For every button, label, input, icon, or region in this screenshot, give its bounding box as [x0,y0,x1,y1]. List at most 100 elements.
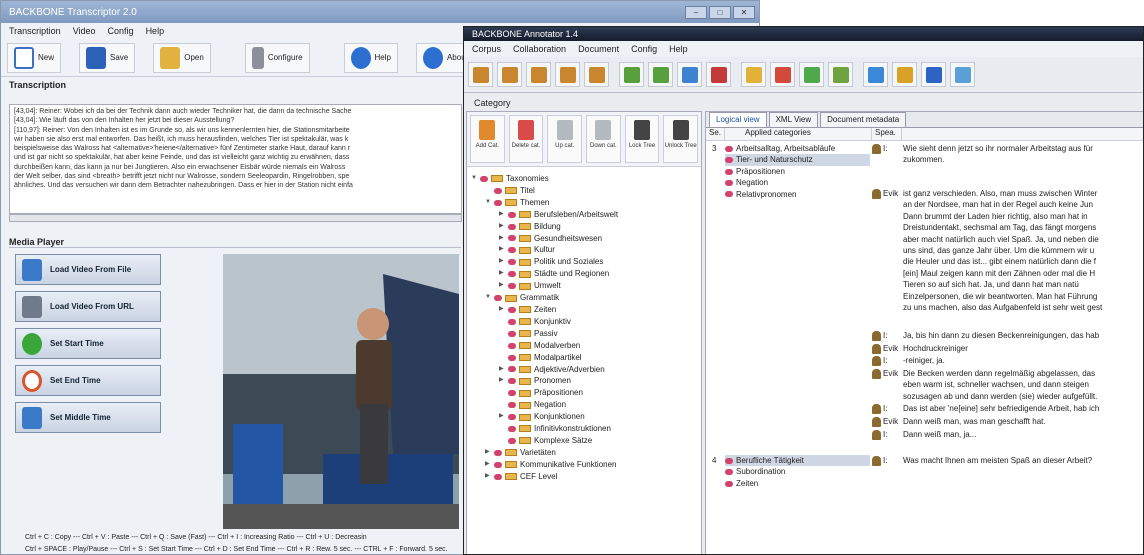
applied-category[interactable]: Relativpronomen [725,189,870,200]
tree-node[interactable]: ▶ Umwelt [471,280,701,292]
collapsed-arrow-icon[interactable]: ▶ [499,221,505,233]
tag-green-button[interactable] [619,62,644,87]
help-button[interactable]: Help [343,42,398,73]
menu-config[interactable]: Config [108,26,134,36]
expanded-arrow-icon[interactable]: ▼ [471,173,477,185]
video-frame[interactable] [223,254,459,529]
applied-category[interactable]: Negation [725,177,870,188]
tree-node[interactable]: Konjunktiv [471,316,701,328]
utterance-text[interactable]: Wie sieht denn jetzt so ihr normaler Arb… [903,143,1143,166]
transcript-hscrollbar[interactable] [9,214,462,222]
tree-node[interactable]: ▼ Themen [471,197,701,209]
collapsed-arrow-icon[interactable]: ▶ [499,244,505,256]
tree-node[interactable]: Präpositionen [471,387,701,399]
tab-xml-view[interactable]: XML View [768,112,819,127]
configure-button[interactable]: Configure [244,42,310,73]
tree-node[interactable]: ▶ Kommunikative Funktionen [471,459,701,471]
expanded-arrow-icon[interactable]: ▼ [485,197,491,209]
collapsed-arrow-icon[interactable]: ▶ [499,411,505,423]
applied-category[interactable]: Berufliche Tätigkeit [725,455,870,467]
tree-node[interactable]: Negation [471,399,701,411]
tree-node[interactable]: ▼ Taxonomies [471,173,701,185]
transcript-textarea[interactable]: [43,04]: Reiner: Wobei ich da bei der Te… [9,104,462,214]
applied-category[interactable]: Zeiten [725,478,870,489]
utterance-text[interactable]: Was macht Ihnen am meisten Spaß an diese… [903,455,1143,466]
set-end-time-button[interactable]: Set End Time [15,365,161,396]
menu-config[interactable]: Config [631,44,657,54]
minimize-icon[interactable]: – [685,5,707,19]
menu-transcription[interactable]: Transcription [9,26,61,36]
collapsed-arrow-icon[interactable]: ▶ [499,268,505,280]
menu-corpus[interactable]: Corpus [472,44,501,54]
tree-node[interactable]: Modalverben [471,340,701,352]
list-button[interactable] [950,62,975,87]
menu-video[interactable]: Video [73,26,96,36]
new-button[interactable]: New [7,42,62,73]
corpus-remove-button[interactable] [497,62,522,87]
col-speaker[interactable]: Spea. [872,128,902,140]
applied-category[interactable]: Präpositionen [725,166,870,177]
tree-node[interactable]: ▶ Pronomen [471,375,701,387]
collapsed-arrow-icon[interactable]: ▶ [485,459,491,471]
tree-node[interactable]: Modalpartikel [471,352,701,364]
corpus-add-button[interactable] [468,62,493,87]
menu-collaboration[interactable]: Collaboration [513,44,566,54]
lock-tree-button[interactable]: Lock Tree [624,115,660,163]
applied-category[interactable]: Arbeitsalltag, Arbeitsabläufe [725,143,870,154]
set-middle-time-button[interactable]: Set Middle Time [15,402,161,433]
tree-node[interactable]: ▶ Städte und Regionen [471,268,701,280]
edit-button[interactable] [921,62,946,87]
utterance-text[interactable]: -reiniger, ja. [903,355,1143,366]
collapsed-arrow-icon[interactable]: ▶ [485,471,491,483]
collapsed-arrow-icon[interactable]: ▶ [499,280,505,292]
tree-node[interactable]: Infinitivkonstruktionen [471,423,701,435]
collapsed-arrow-icon[interactable]: ▶ [499,364,505,376]
open-button[interactable]: Open [153,42,211,73]
col-sequence[interactable]: Se. [706,128,725,140]
tag-green-2-button[interactable] [648,62,673,87]
tree-node[interactable]: ▶ Konjunktionen [471,411,701,423]
utterance-text[interactable]: Ja, bis hin dann zu diesen Beckenreinigu… [903,330,1143,341]
collapsed-arrow-icon[interactable]: ▶ [499,256,505,268]
expanded-arrow-icon[interactable]: ▼ [485,292,491,304]
save-button[interactable]: Save [79,42,136,73]
corpus-open-button[interactable] [526,62,551,87]
grid-button[interactable] [828,62,853,87]
brush-button[interactable] [892,62,917,87]
tree-node[interactable]: Komplexe Sätze [471,435,701,447]
tab-document-metadata[interactable]: Document metadata [820,112,907,127]
collapsed-arrow-icon[interactable]: ▶ [499,233,505,245]
tree-node[interactable]: ▶ Bildung [471,221,701,233]
tree-node[interactable]: Titel [471,185,701,197]
tree-node[interactable]: ▼ Grammatik [471,292,701,304]
utterance-text[interactable]: ist ganz verschieden. Also, man muss zwi… [903,188,1143,313]
collapsed-arrow-icon[interactable]: ▶ [499,209,505,221]
add-category-button[interactable]: Add Cat. [470,115,505,163]
close-icon[interactable]: ✕ [733,5,755,19]
tree-node[interactable]: ▶ Varietäten [471,447,701,459]
utterance-text[interactable]: Dann weiß man, was man geschafft hat. [903,416,1143,427]
tree-node[interactable]: Passiv [471,328,701,340]
set-start-time-button[interactable]: Set Start Time [15,328,161,359]
utterance-text[interactable]: Das ist aber 'ne[eine] sehr befriedigend… [903,403,1143,414]
monitor-button[interactable] [863,62,888,87]
menu-help[interactable]: Help [146,26,165,36]
load-video-file-button[interactable]: Load Video From File [15,254,161,285]
tree-node[interactable]: ▶ Kultur [471,244,701,256]
corpus-export-button[interactable] [584,62,609,87]
applied-category[interactable]: Tier- und Naturschutz [725,154,870,166]
note-red-button[interactable] [770,62,795,87]
up-category-button[interactable]: Up cat. [547,115,583,163]
tree-node[interactable]: ▶ Zeiten [471,304,701,316]
utterance-text[interactable]: Dann weiß man, ja... [903,429,1143,440]
collapsed-arrow-icon[interactable]: ▶ [499,304,505,316]
tag-blue-button[interactable] [677,62,702,87]
corpus-save-button[interactable] [555,62,580,87]
load-video-url-button[interactable]: Load Video From URL [15,291,161,322]
note-green-button[interactable] [799,62,824,87]
collapsed-arrow-icon[interactable]: ▶ [485,447,491,459]
down-category-button[interactable]: Down cat. [586,115,621,163]
maximize-icon[interactable]: □ [709,5,731,19]
menu-document[interactable]: Document [578,44,619,54]
tree-node[interactable]: ▶ Gesundheitswesen [471,233,701,245]
